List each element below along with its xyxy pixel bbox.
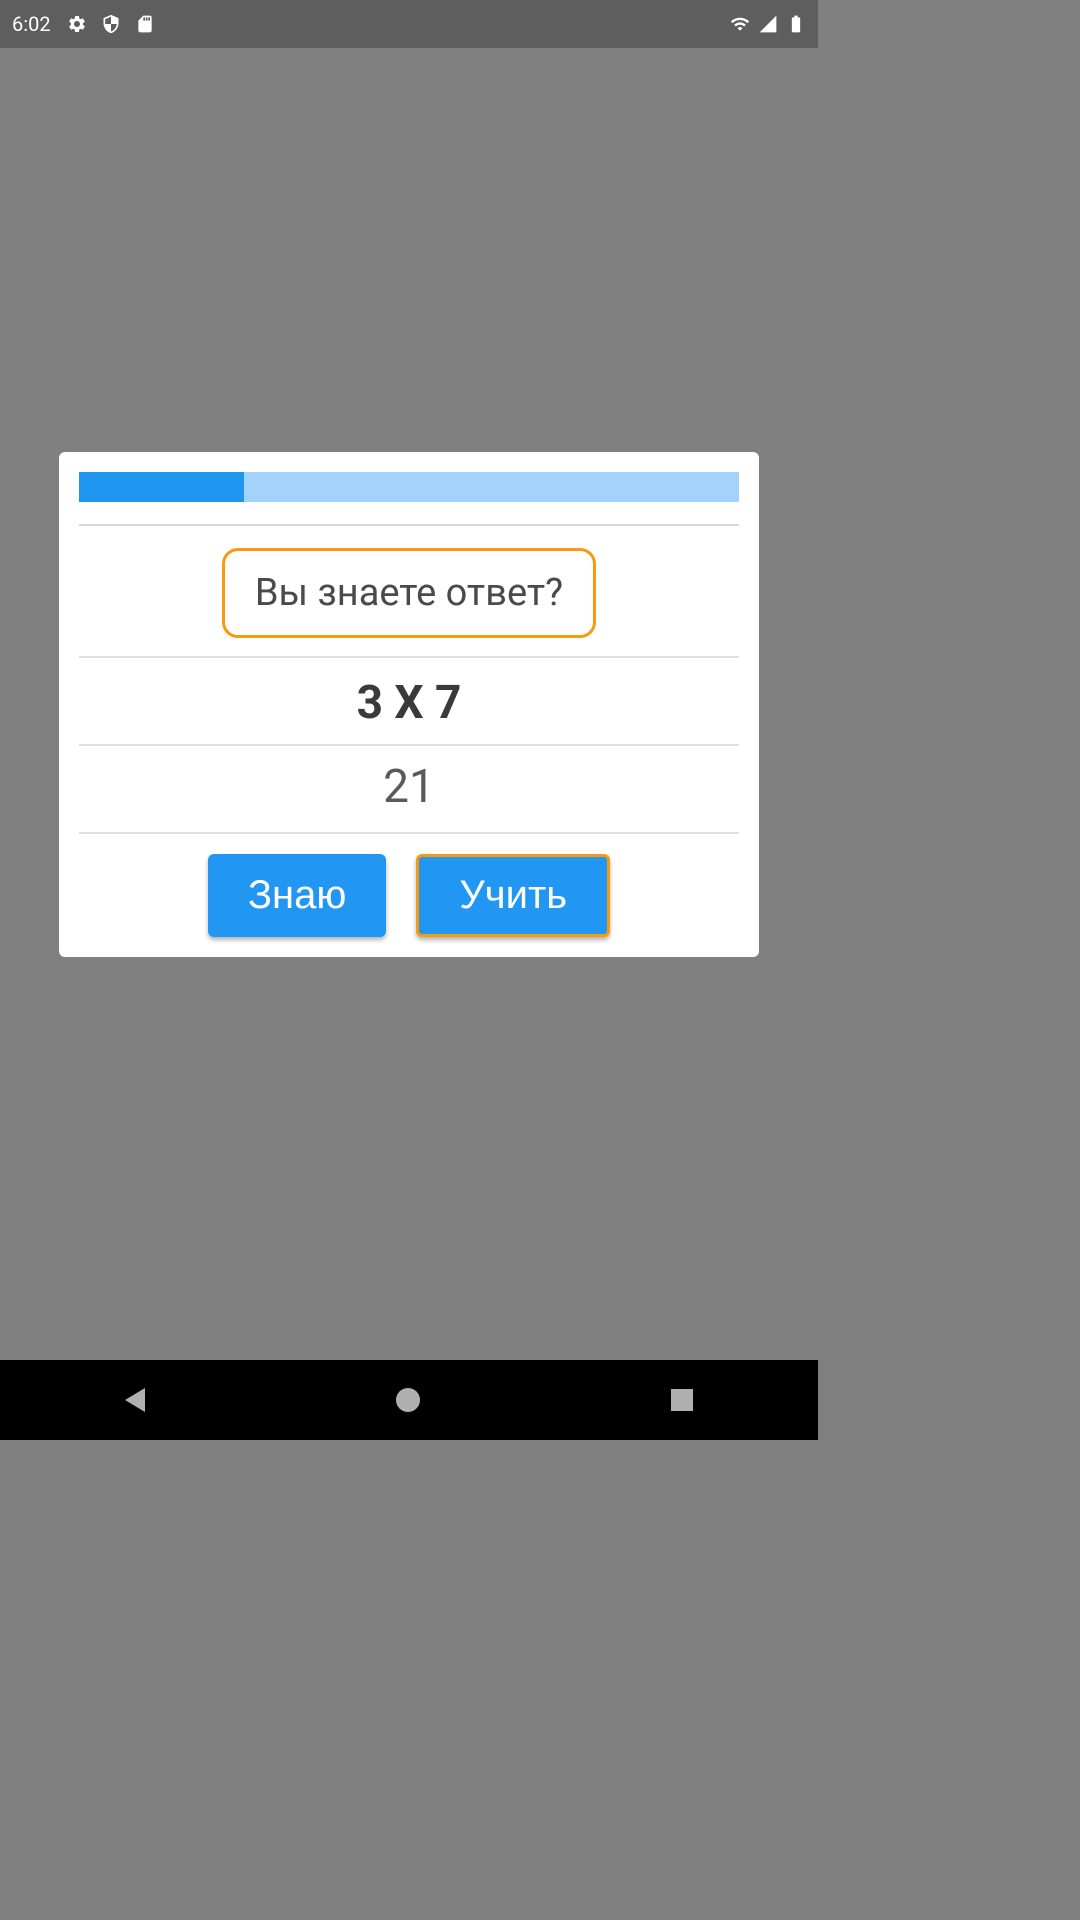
shield-icon [101,14,121,34]
home-icon[interactable] [396,1388,420,1412]
back-icon[interactable] [125,1388,145,1412]
answer-text: 21 [79,760,739,814]
progress-bar [79,472,739,502]
status-time: 6:02 [12,12,51,36]
status-icons-left [67,14,155,34]
recent-apps-icon[interactable] [671,1389,693,1411]
status-bar: 6:02 [0,0,818,48]
divider [79,524,739,526]
cellular-signal-icon [758,14,778,34]
dialog-card: Вы знаете ответ? 3 X 7 21 Знаю Учить [59,452,759,957]
sd-card-icon [135,14,155,34]
dialog-overlay: Вы знаете ответ? 3 X 7 21 Знаю Учить [0,48,818,1360]
divider [79,656,739,658]
divider [79,744,739,746]
button-row: Знаю Учить [79,854,739,937]
question-prompt: Вы знаете ответ? [222,548,596,638]
learn-button[interactable]: Учить [416,854,610,937]
status-right [730,14,806,34]
battery-icon [786,14,806,34]
question-prompt-container: Вы знаете ответ? [79,548,739,638]
divider [79,832,739,834]
know-button[interactable]: Знаю [208,854,387,937]
equation-text: 3 X 7 [79,676,739,730]
status-left: 6:02 [12,12,155,36]
progress-bar-fill [79,472,244,502]
gear-icon [67,14,87,34]
wifi-icon [730,14,750,34]
navigation-bar [0,1360,818,1440]
